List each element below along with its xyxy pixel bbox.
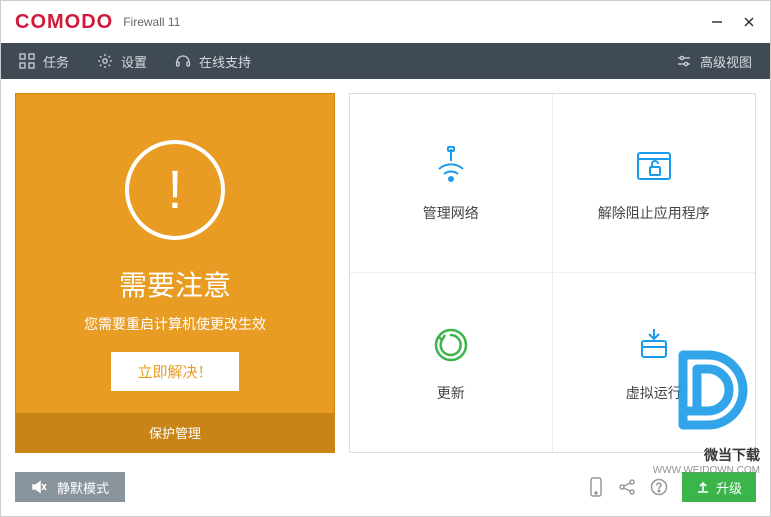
- tasks-icon: [19, 53, 35, 69]
- tile-unblock-apps[interactable]: 解除阻止应用程序: [553, 94, 756, 273]
- minimize-button[interactable]: [710, 15, 724, 29]
- menu-support-label: 在线支持: [199, 52, 251, 71]
- menu-bar: 任务 设置 在线支持 高级视图: [1, 43, 770, 79]
- tile-virtual-label: 虚拟运行: [626, 383, 682, 403]
- window-controls: [710, 15, 756, 29]
- status-title: 需要注意: [119, 264, 231, 304]
- silent-mode-button[interactable]: 静默模式: [15, 472, 125, 502]
- bottom-icons: 升级: [588, 472, 756, 502]
- fix-now-button[interactable]: 立即解决！: [111, 352, 238, 391]
- unlock-window-icon: [632, 143, 676, 187]
- mute-icon: [31, 479, 47, 495]
- upgrade-label: 升级: [716, 478, 742, 497]
- main-area: ! 需要注意 您需要重启计算机使更改生效 立即解决！ 保护管理 管理网络 解除阻…: [1, 79, 770, 467]
- tile-update-label: 更新: [437, 383, 465, 403]
- gear-icon: [97, 53, 113, 69]
- tiles-grid: 管理网络 解除阻止应用程序 更新 虚拟运行: [349, 93, 756, 453]
- menu-settings-label: 设置: [121, 52, 147, 71]
- tile-manage-network[interactable]: 管理网络: [350, 94, 553, 273]
- menu-tasks-label: 任务: [43, 52, 69, 71]
- upgrade-icon: [696, 480, 710, 494]
- status-panel: ! 需要注意 您需要重启计算机使更改生效 立即解决！ 保护管理: [15, 93, 335, 453]
- refresh-icon: [429, 323, 473, 367]
- tile-update[interactable]: 更新: [350, 273, 553, 452]
- menu-support[interactable]: 在线支持: [175, 52, 251, 71]
- mobile-icon[interactable]: [588, 477, 604, 497]
- headset-icon: [175, 53, 191, 69]
- menu-settings[interactable]: 设置: [97, 52, 147, 71]
- wifi-icon: [429, 143, 473, 187]
- menu-advanced-view[interactable]: 高级视图: [676, 52, 752, 71]
- tile-unblock-label: 解除阻止应用程序: [598, 203, 710, 223]
- bottom-bar: 静默模式 升级: [15, 472, 756, 502]
- share-icon[interactable]: [618, 478, 636, 496]
- protection-management-button[interactable]: 保护管理: [16, 413, 334, 452]
- help-icon[interactable]: [650, 478, 668, 496]
- close-button[interactable]: [742, 15, 756, 29]
- status-subtitle: 您需要重启计算机使更改生效: [84, 314, 266, 334]
- menu-tasks[interactable]: 任务: [19, 52, 69, 71]
- title-bar: COMODO Firewall 11: [1, 1, 770, 43]
- menu-advanced-label: 高级视图: [700, 52, 752, 71]
- tile-virtual-run[interactable]: 虚拟运行: [553, 273, 756, 452]
- silent-mode-label: 静默模式: [57, 478, 109, 497]
- product-name: Firewall 11: [123, 15, 180, 29]
- sliders-icon: [676, 53, 692, 69]
- tile-network-label: 管理网络: [423, 203, 479, 223]
- sandbox-icon: [632, 323, 676, 367]
- warning-icon: !: [125, 140, 225, 240]
- upgrade-button[interactable]: 升级: [682, 472, 756, 502]
- brand-logo: COMODO: [15, 11, 113, 34]
